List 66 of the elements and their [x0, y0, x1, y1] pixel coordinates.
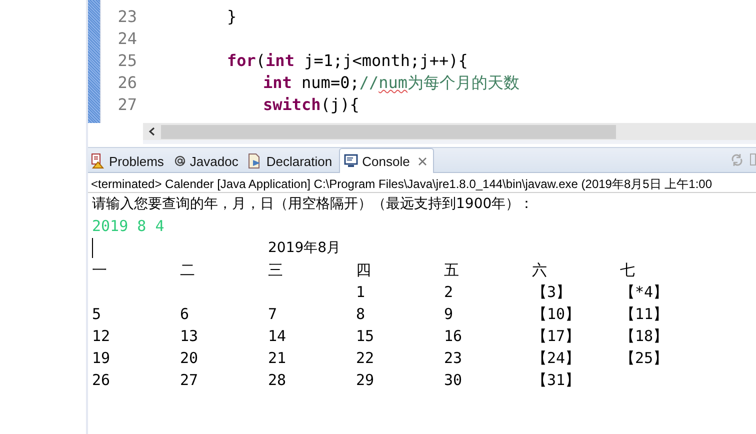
at-sign-icon	[174, 154, 186, 168]
day-number: 26	[92, 370, 110, 391]
day-number: 14	[268, 326, 286, 347]
scrollbar-thumb[interactable]	[161, 124, 616, 138]
warning-icon	[91, 153, 105, 169]
day-number: 29	[356, 370, 374, 391]
close-icon[interactable]	[418, 156, 427, 166]
day-number: 8	[356, 304, 366, 325]
input-text: 2019 8 4	[92, 216, 164, 237]
code-line: for(int j=1;j<month;j++){	[227, 50, 468, 72]
line-number: 25	[116, 50, 137, 72]
day-number: 7	[268, 304, 278, 325]
sync-icon[interactable]	[730, 153, 744, 167]
day-number: 23	[444, 348, 462, 369]
line-number: 26	[116, 72, 137, 94]
line-number: 23	[116, 6, 137, 28]
toolbar-icon[interactable]	[750, 153, 756, 167]
text-cursor	[92, 238, 93, 258]
day-number: 【3】	[532, 282, 572, 303]
day-number: 16	[444, 326, 462, 347]
day-number: 2	[444, 282, 454, 303]
day-number: 6	[180, 304, 190, 325]
code-line: switch(j){	[263, 94, 360, 116]
day-number: 【17】	[532, 326, 580, 347]
monitor-icon	[344, 154, 358, 168]
calendar-title: 2019年8月	[268, 239, 341, 258]
line-number: 24	[116, 28, 137, 50]
day-number: 13	[180, 326, 198, 347]
view-tab[interactable]: Problems	[88, 150, 171, 172]
day-number: 5	[92, 304, 102, 325]
day-number: 22	[356, 348, 374, 369]
day-number: 15	[356, 326, 374, 347]
day-number: 30	[444, 370, 462, 391]
day-number: 27	[180, 370, 198, 391]
day-number: 【10】	[532, 304, 580, 325]
console-status: <terminated> Calender [Java Application] C:\Program Files\Java\jre1.8.0_144\bin\javaw.exe (2019年8月5日 上午1:00	[88, 173, 756, 193]
weekday-label: 三	[268, 260, 283, 281]
weekday-label: 七	[620, 260, 635, 281]
day-number: 1	[356, 282, 366, 303]
day-number: 21	[268, 348, 286, 369]
day-number: 【31】	[532, 370, 580, 391]
weekday-label: 四	[356, 260, 371, 281]
day-number: 12	[92, 326, 110, 347]
day-number: 【11】	[620, 304, 668, 325]
day-number: 【18】	[620, 326, 668, 347]
code-line: }	[227, 6, 237, 28]
horizontal-scrollbar[interactable]	[143, 123, 756, 144]
day-number: 【25】	[620, 348, 668, 369]
weekday-label: 六	[532, 260, 547, 281]
day-number: 9	[444, 304, 454, 325]
view-tab[interactable]: Console	[339, 148, 434, 173]
view-tab[interactable]: Javadoc	[170, 150, 246, 172]
day-number: 28	[268, 370, 286, 391]
prompt-text: 请输入您要查询的年，月，日（用空格隔开）（最远支持到1900年）：	[92, 195, 535, 214]
day-number: 【*4】	[620, 282, 668, 303]
view-tab[interactable]: Declaration	[245, 150, 340, 172]
weekday-label: 一	[92, 260, 107, 281]
day-number: 20	[180, 348, 198, 369]
day-number: 19	[92, 348, 110, 369]
day-number: 【24】	[532, 348, 580, 369]
line-number: 27	[116, 94, 137, 116]
scroll-left-icon[interactable]	[149, 127, 155, 136]
weekday-label: 二	[180, 260, 195, 281]
weekday-label: 五	[444, 260, 459, 281]
code-line: int num=0;//num为每个月的天数	[263, 72, 520, 94]
document-arrow-icon	[248, 153, 262, 169]
